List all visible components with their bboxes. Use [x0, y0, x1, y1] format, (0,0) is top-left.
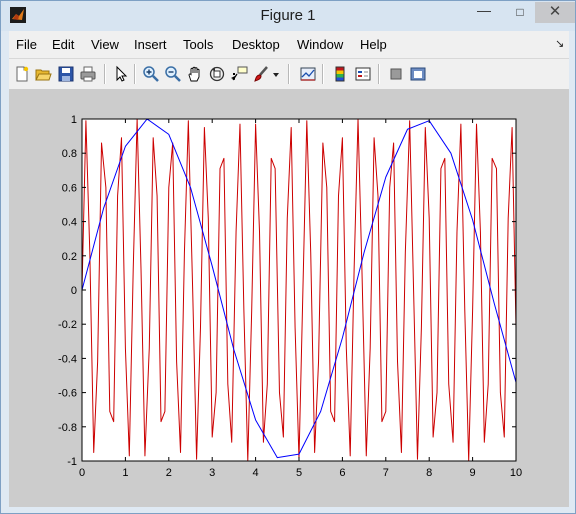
zoom-in-icon[interactable] — [142, 65, 160, 83]
y-tick-label: -0.6 — [58, 388, 77, 400]
figure-canvas[interactable]: 0 1 2 3 4 5 6 7 8 9 10 -1 -0.8 -0.6 -0.4 -0.2 0 0.2 0.4 0.6… — [9, 89, 569, 507]
y-tick-label: 0.2 — [62, 251, 77, 263]
pan-hand-icon[interactable] — [186, 65, 204, 83]
brush-dropdown-icon[interactable] — [271, 65, 281, 83]
figure-window: Figure 1 — □ ✕ File Edit View Insert Too… — [0, 0, 576, 514]
menu-overflow-arrow-icon[interactable]: ↘ — [555, 37, 564, 50]
link-plot-icon[interactable] — [299, 65, 317, 83]
figure-client-area: File Edit View Insert Tools Desktop Wind… — [9, 31, 569, 507]
y-tick-label: -0.4 — [58, 353, 77, 365]
menu-file[interactable]: File — [16, 37, 37, 52]
line-plot[interactable]: 0 1 2 3 4 5 6 7 8 9 10 -1 -0.8 -0.6 -0.4 -0.2 0 0.2 0.4 0.6… — [9, 89, 569, 507]
x-tick-label: 2 — [166, 467, 172, 479]
zoom-out-icon[interactable] — [164, 65, 182, 83]
close-button[interactable]: ✕ — [535, 2, 575, 23]
insert-colorbar-icon[interactable] — [331, 65, 349, 83]
x-tick-label: 9 — [470, 467, 476, 479]
toolbar-separator — [104, 64, 106, 84]
y-tick-label: -0.8 — [58, 422, 77, 434]
y-tick-label: 0 — [71, 285, 77, 297]
y-tick-label: 1 — [71, 114, 77, 126]
y-tick-label: -0.2 — [58, 319, 77, 331]
hide-plot-tools-icon[interactable] — [387, 65, 405, 83]
figure-toolbar — [9, 58, 569, 90]
toolbar-separator — [134, 64, 136, 84]
menu-window[interactable]: Window — [297, 37, 343, 52]
toolbar-separator — [288, 64, 290, 84]
x-tick-label: 1 — [122, 467, 128, 479]
x-tick-label: 3 — [209, 467, 215, 479]
save-figure-icon[interactable] — [57, 65, 75, 83]
rotate-3d-icon[interactable] — [208, 65, 226, 83]
menu-view[interactable]: View — [91, 37, 119, 52]
show-plot-tools-icon[interactable] — [409, 65, 427, 83]
edit-plot-arrow-icon[interactable] — [112, 65, 130, 83]
x-tick-label: 6 — [339, 467, 345, 479]
y-tick-label: 0.6 — [62, 182, 77, 194]
brush-icon[interactable] — [252, 65, 270, 83]
minimize-button[interactable]: — — [469, 2, 499, 22]
x-tick-label: 7 — [383, 467, 389, 479]
x-tick-label: 0 — [79, 467, 85, 479]
menu-tools[interactable]: Tools — [183, 37, 213, 52]
toolbar-separator — [378, 64, 380, 84]
x-tick-label: 4 — [253, 467, 259, 479]
x-tick-label: 10 — [510, 467, 522, 479]
y-tick-label: 0.4 — [62, 217, 77, 229]
new-figure-icon[interactable] — [13, 65, 31, 83]
insert-legend-icon[interactable] — [354, 65, 372, 83]
menu-insert[interactable]: Insert — [134, 37, 167, 52]
maximize-button[interactable]: □ — [505, 2, 535, 22]
y-tick-label: 0.8 — [62, 148, 77, 160]
menu-bar: File Edit View Insert Tools Desktop Wind… — [9, 31, 569, 57]
x-tick-label: 8 — [426, 467, 432, 479]
menu-edit[interactable]: Edit — [52, 37, 74, 52]
y-tick-label: -1 — [67, 456, 77, 468]
toolbar-separator — [322, 64, 324, 84]
x-tick-label: 5 — [296, 467, 302, 479]
menu-desktop[interactable]: Desktop — [232, 37, 280, 52]
open-file-icon[interactable] — [34, 65, 52, 83]
title-bar[interactable]: Figure 1 — □ ✕ — [1, 1, 575, 31]
print-figure-icon[interactable] — [79, 65, 97, 83]
menu-help[interactable]: Help — [360, 37, 387, 52]
data-cursor-icon[interactable] — [230, 65, 248, 83]
